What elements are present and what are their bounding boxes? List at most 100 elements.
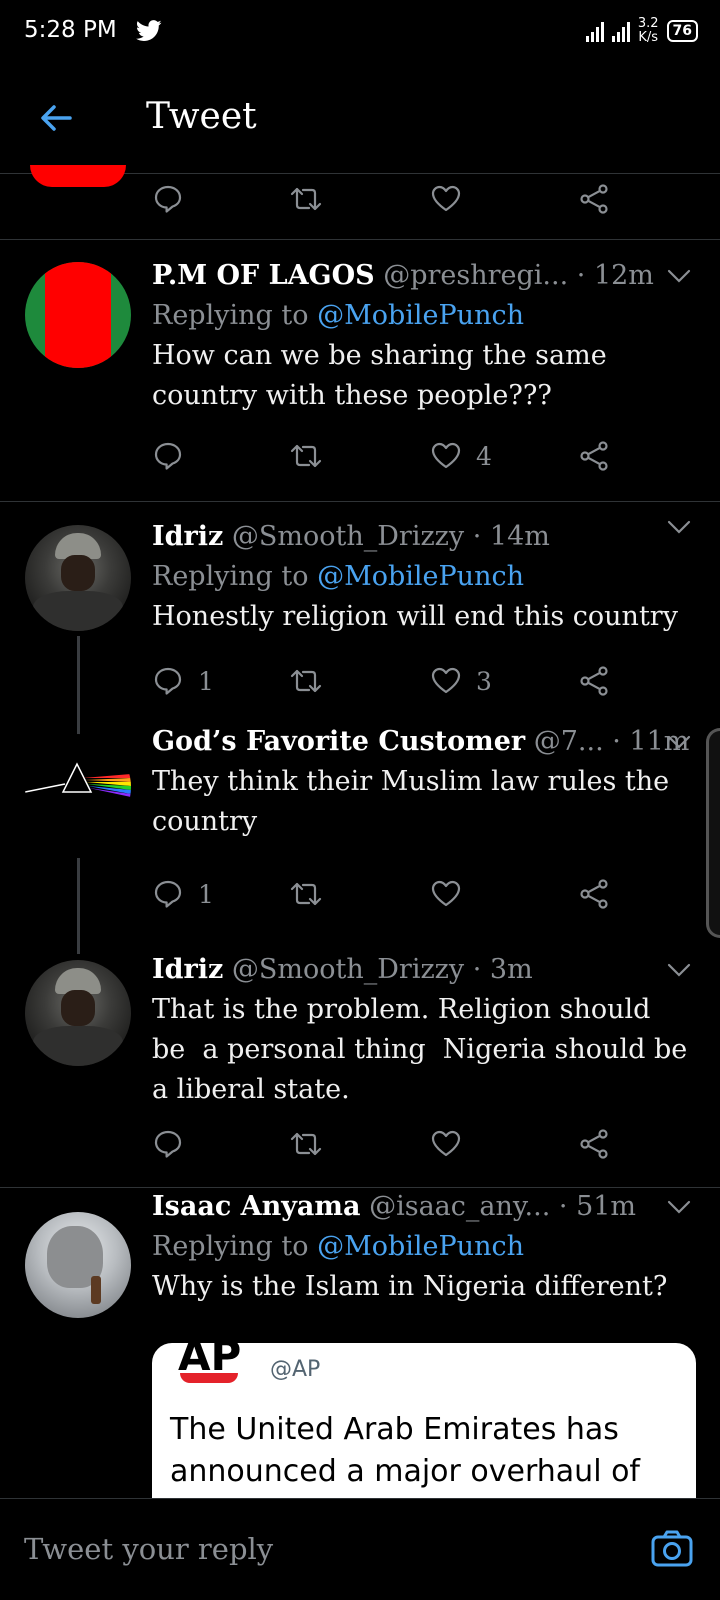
- reply-button[interactable]: [152, 1124, 198, 1164]
- reply-icon: [154, 1130, 182, 1158]
- share-button[interactable]: [578, 179, 610, 219]
- chevron-down-icon[interactable]: [666, 268, 692, 284]
- reply-bar: [0, 1498, 720, 1600]
- reply-button[interactable]: [152, 179, 184, 219]
- replying-to: Replying to @MobilePunch: [152, 300, 524, 331]
- tweet-actions: 1 3: [152, 661, 632, 701]
- quoted-text: The United Arab Emirates has announced a…: [170, 1412, 640, 1489]
- like-count: 4: [476, 441, 492, 471]
- share-icon: [580, 184, 608, 214]
- reply-icon: [154, 185, 182, 213]
- tweet[interactable]: P.M OF LAGOS @preshregi... · 12m Replyin…: [0, 240, 720, 502]
- retweet-button[interactable]: [288, 661, 338, 701]
- status-time: 5:28 PM: [24, 17, 117, 43]
- avatar: [25, 960, 131, 1066]
- reply-button[interactable]: 1: [152, 661, 214, 701]
- tweet[interactable]: God’s Favorite Customer @7... · 11m They…: [0, 726, 720, 938]
- scroll-handle[interactable]: [706, 728, 720, 938]
- ap-logo: AP: [174, 1343, 244, 1387]
- mention-link[interactable]: @MobilePunch: [317, 561, 524, 592]
- twitter-bird-icon: [136, 20, 162, 41]
- retweet-icon: [290, 444, 322, 468]
- heart-icon: [431, 667, 461, 694]
- tweet[interactable]: Isaac Anyama @isaac_any... · 51m Replyin…: [0, 1189, 720, 1498]
- tweet-actions: [152, 1124, 632, 1164]
- quoted-handle: @AP: [270, 1357, 321, 1382]
- share-button[interactable]: [578, 1124, 610, 1164]
- retweet-button[interactable]: [288, 874, 338, 914]
- tweet[interactable]: Idriz @Smooth_Drizzy · 14m Replying to @…: [0, 503, 720, 723]
- user-name[interactable]: P.M OF LAGOS: [152, 260, 375, 291]
- user-handle[interactable]: @Smooth_Drizzy: [232, 521, 464, 552]
- battery-icon: 76: [666, 20, 698, 42]
- reply-button[interactable]: 1: [152, 874, 214, 914]
- tweet-text: Why is the Islam in Nigeria different?: [152, 1271, 668, 1302]
- reply-input[interactable]: [24, 1529, 624, 1569]
- user-name[interactable]: Idriz: [152, 954, 223, 985]
- retweet-button[interactable]: [288, 179, 324, 219]
- tweet-header: Idriz @Smooth_Drizzy · 14m: [152, 517, 700, 557]
- tweet-actions: [152, 179, 632, 219]
- tweet-header: Isaac Anyama @isaac_any... · 51m: [152, 1189, 700, 1227]
- tweet-text: That is the problem. Religion should be …: [152, 994, 688, 1105]
- tweet-partial[interactable]: [0, 165, 720, 240]
- chevron-down-icon[interactable]: [666, 519, 692, 535]
- tweet-time: · 51m: [558, 1191, 637, 1222]
- like-button[interactable]: [430, 179, 462, 219]
- retweet-button[interactable]: [288, 1124, 338, 1164]
- user-handle[interactable]: @7...: [534, 726, 604, 757]
- tweet[interactable]: Idriz @Smooth_Drizzy · 3m That is the pr…: [0, 942, 720, 1188]
- replying-to: Replying to @MobilePunch: [152, 561, 524, 592]
- heart-icon: [431, 1130, 461, 1157]
- chevron-down-icon[interactable]: [666, 962, 692, 978]
- heart-icon: [431, 880, 461, 907]
- share-icon: [580, 441, 608, 471]
- mention-link[interactable]: @MobilePunch: [317, 300, 524, 331]
- avatar: [30, 165, 126, 187]
- like-button[interactable]: [430, 1124, 476, 1164]
- signal-4g-icon: [611, 20, 630, 42]
- like-button[interactable]: 4: [430, 436, 492, 476]
- tweet-text: Honestly religion will end this country: [152, 601, 678, 632]
- retweet-icon: [290, 187, 322, 211]
- camera-icon[interactable]: [650, 1527, 694, 1571]
- tweet-time: · 14m: [472, 521, 550, 552]
- replying-to: Replying to @MobilePunch: [152, 1231, 524, 1262]
- like-count: 3: [476, 666, 492, 696]
- share-button[interactable]: [578, 436, 610, 476]
- retweet-button[interactable]: [288, 436, 338, 476]
- heart-icon: [431, 185, 461, 212]
- tweet-actions: 4: [152, 436, 632, 476]
- tweet-header: P.M OF LAGOS @preshregi... · 12m: [152, 256, 700, 296]
- user-handle[interactable]: @isaac_any...: [369, 1191, 550, 1222]
- avatar: [25, 525, 131, 631]
- heart-icon: [431, 442, 461, 469]
- tweet-actions: 1: [152, 874, 632, 914]
- share-icon: [580, 879, 608, 909]
- share-button[interactable]: [578, 661, 610, 701]
- back-arrow-icon[interactable]: [36, 98, 76, 138]
- top-bar: Tweet: [0, 64, 720, 174]
- tweet-time: · 12m: [576, 260, 654, 291]
- user-name[interactable]: Isaac Anyama: [152, 1191, 361, 1222]
- mention-link[interactable]: @MobilePunch: [317, 1231, 524, 1262]
- reply-icon: [154, 880, 182, 908]
- avatar: [25, 1212, 131, 1318]
- quoted-tweet[interactable]: AP @AP The United Arab Emirates has anno…: [152, 1343, 696, 1498]
- retweet-icon: [290, 1132, 322, 1156]
- user-handle[interactable]: @preshregi...: [383, 260, 568, 291]
- like-button[interactable]: [430, 874, 476, 914]
- chevron-down-icon[interactable]: [666, 1199, 692, 1215]
- user-name[interactable]: God’s Favorite Customer: [152, 726, 525, 757]
- share-button[interactable]: [578, 874, 610, 914]
- share-icon: [580, 1129, 608, 1159]
- reply-icon: [154, 442, 182, 470]
- user-name[interactable]: Idriz: [152, 521, 223, 552]
- page-title: Tweet: [146, 96, 257, 137]
- tweet-text: They think their Muslim law rules the co…: [152, 766, 670, 837]
- share-icon: [580, 666, 608, 696]
- chevron-down-icon[interactable]: [666, 734, 692, 750]
- user-handle[interactable]: @Smooth_Drizzy: [232, 954, 464, 985]
- like-button[interactable]: 3: [430, 661, 492, 701]
- reply-button[interactable]: [152, 436, 198, 476]
